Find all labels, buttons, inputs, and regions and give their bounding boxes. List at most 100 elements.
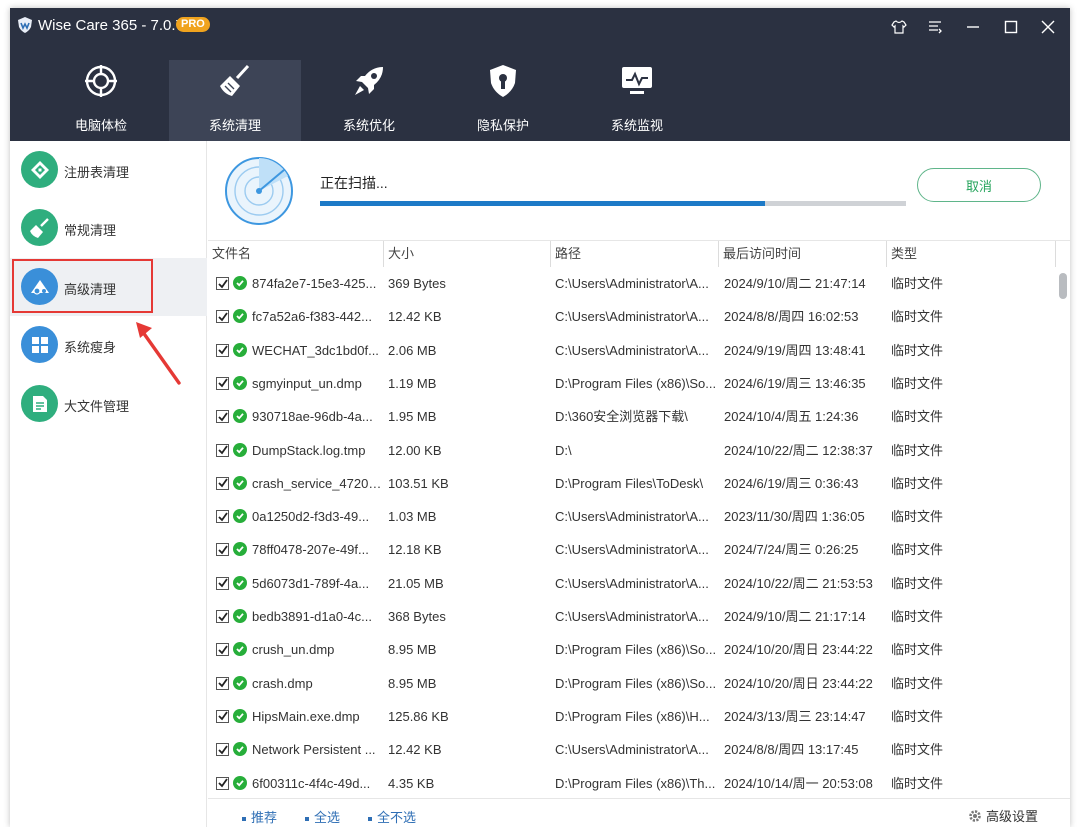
select-none-link[interactable]: 全不选: [368, 807, 416, 826]
row-checkbox[interactable]: [216, 610, 229, 623]
gear-icon: [969, 809, 981, 822]
table-row[interactable]: crash.dmp 8.95 MB D:\Program Files (x86)\S…: [208, 667, 1056, 700]
windows-icon: [21, 326, 58, 363]
cell-last-access: 2024/3/13/周三 23:14:47: [724, 708, 866, 724]
table-row[interactable]: Network Persistent ... 12.42 KB C:\Users\A…: [208, 733, 1056, 766]
row-checkbox[interactable]: [216, 643, 229, 657]
checkmark-icon: [217, 711, 228, 721]
table-row[interactable]: fc7a52a6-f383-442... 12.42 KB C:\Users\Adm…: [208, 300, 1056, 333]
table-row[interactable]: 5d6073d1-789f-4a... 21.05 MB C:\Users\Admi…: [208, 567, 1056, 600]
checkmark-icon: [217, 412, 228, 422]
file-icon: [21, 385, 58, 422]
table-row[interactable]: sgmyinput_un.dmp 1.19 MB D:\Program Files …: [208, 367, 1056, 400]
column-header-last-access[interactable]: 最后访问时间: [719, 241, 887, 267]
table-row[interactable]: HipsMain.exe.dmp 125.86 KB D:\Program File…: [208, 700, 1056, 733]
highlight-annotation: [12, 259, 153, 313]
row-checkbox[interactable]: [216, 277, 229, 290]
checkmark-icon: [217, 278, 228, 288]
column-header-path[interactable]: 路径: [551, 241, 719, 267]
table-row[interactable]: crush_un.dmp 8.95 MB D:\Program Files (x86…: [208, 633, 1056, 666]
app-logo-icon: [18, 17, 32, 33]
cell-file-name: 874fa2e7-15e3-425...: [252, 276, 377, 291]
tab-pc-checkup[interactable]: 电脑体检: [35, 60, 167, 141]
row-checkbox[interactable]: [216, 476, 229, 490]
row-checkbox[interactable]: [216, 676, 229, 690]
table-row[interactable]: 930718ae-96db-4a... 1.95 MB D:\360安全浏览器下载\…: [208, 400, 1056, 433]
table-row[interactable]: bedb3891-d1a0-4c... 368 Bytes C:\Users\Adm…: [208, 600, 1056, 633]
table-scrollbar[interactable]: [1056, 267, 1070, 797]
cell-path: C:\Users\Administrator\A...: [555, 276, 709, 291]
sidebar-item-common-clean[interactable]: 常规清理: [10, 199, 207, 257]
maximize-icon[interactable]: [1000, 16, 1022, 38]
column-header-size[interactable]: 大小: [384, 241, 551, 267]
sidebar-item-label: 大文件管理: [64, 399, 130, 414]
table-header: 文件名 大小 路径 最后访问时间 类型: [208, 241, 1056, 267]
cell-type: 临时文件: [891, 775, 944, 791]
cell-path: D:\360安全浏览器下载\: [555, 409, 688, 425]
close-icon[interactable]: [1037, 16, 1059, 38]
row-checkbox[interactable]: [216, 709, 229, 723]
annotation-arrow-icon: [136, 322, 181, 385]
row-checkbox[interactable]: [216, 376, 229, 390]
app-window: Wise Care 365 - 7.0.7 PRO 电脑体检 系统清理 系统优化…: [10, 8, 1070, 827]
checkmark-icon: [217, 645, 228, 655]
sidebar-item-label: 注册表清理: [64, 165, 130, 180]
sidebar-item-registry-clean[interactable]: 注册表清理: [10, 141, 207, 199]
recommend-link[interactable]: 推荐: [242, 807, 277, 826]
table-row[interactable]: crash_service_4720_... 103.51 KB D:\Progra…: [208, 467, 1056, 500]
cell-size: 1.03 MB: [388, 509, 437, 525]
tab-system-optimize[interactable]: 系统优化: [303, 60, 435, 141]
cell-size: 1.19 MB: [388, 375, 437, 391]
skin-icon[interactable]: [888, 16, 910, 38]
status-ok-icon: [233, 442, 247, 457]
cell-path: C:\Users\Administrator\A...: [555, 575, 709, 591]
column-header-name[interactable]: 文件名: [208, 241, 384, 267]
tab-system-monitor[interactable]: 系统监视: [571, 60, 703, 141]
scroll-thumb[interactable]: [1059, 273, 1067, 299]
select-all-link[interactable]: 全选: [305, 807, 340, 826]
advanced-settings-label: 高级设置: [986, 809, 1039, 824]
row-checkbox[interactable]: [216, 776, 229, 790]
table-row[interactable]: WECHAT_3dc1bd0f... 2.06 MB C:\Users\Admini…: [208, 334, 1056, 367]
table-row[interactable]: 6f00311c-4f4c-49d... 4.35 KB D:\Program Fi…: [208, 767, 1056, 798]
cell-type: 临时文件: [891, 542, 944, 558]
row-checkbox[interactable]: [216, 443, 229, 457]
row-checkbox[interactable]: [216, 310, 229, 324]
cell-last-access: 2024/10/4/周五 1:24:36: [724, 409, 859, 425]
cancel-button[interactable]: 取消: [917, 168, 1041, 202]
status-ok-icon: [233, 708, 247, 723]
advanced-settings-button[interactable]: 高级设置: [968, 806, 1038, 825]
checkmark-icon: [217, 312, 228, 322]
table-row[interactable]: 0a1250d2-f3d3-49... 1.03 MB C:\Users\Admin…: [208, 500, 1056, 533]
row-checkbox[interactable]: [216, 743, 229, 757]
cell-type: 临时文件: [891, 675, 944, 691]
minimize-icon[interactable]: [962, 16, 984, 38]
table-row[interactable]: DumpStack.log.tmp 12.00 KB D:\ 2024/10/22/周…: [208, 434, 1056, 467]
status-ok-icon: [233, 509, 247, 524]
cell-size: 8.95 MB: [388, 675, 437, 691]
cell-file-name: 5d6073d1-789f-4a...: [252, 575, 370, 591]
cell-file-name: fc7a52a6-f383-442...: [252, 309, 372, 325]
row-checkbox[interactable]: [216, 576, 229, 590]
tab-system-clean[interactable]: 系统清理: [169, 60, 301, 141]
row-checkbox[interactable]: [216, 543, 229, 557]
cell-last-access: 2024/7/24/周三 0:26:25: [724, 542, 859, 558]
cell-path: D:\: [555, 442, 572, 458]
tab-privacy[interactable]: 隐私保护: [437, 60, 569, 141]
checkmark-icon: [217, 378, 228, 388]
table-row[interactable]: 78ff0478-207e-49f... 12.18 KB C:\Users\Adm…: [208, 533, 1056, 566]
menu-icon[interactable]: [924, 16, 946, 38]
table-row[interactable]: 874fa2e7-15e3-425... 369 Bytes C:\Users\Ad…: [208, 267, 1056, 300]
cell-path: C:\Users\Administrator\A...: [555, 542, 709, 558]
tab-label: 系统监视: [610, 118, 663, 133]
column-header-type[interactable]: 类型: [887, 241, 1056, 267]
row-checkbox[interactable]: [216, 410, 229, 424]
tab-label: 隐私保护: [476, 118, 529, 133]
cell-path: C:\Users\Administrator\A...: [555, 609, 709, 624]
status-ok-icon: [233, 609, 247, 623]
row-checkbox[interactable]: [216, 510, 229, 524]
cell-file-name: Network Persistent ...: [252, 742, 376, 758]
row-checkbox[interactable]: [216, 343, 229, 357]
status-ok-icon: [233, 409, 247, 424]
cell-last-access: 2024/10/20/周日 23:44:22: [724, 675, 873, 691]
